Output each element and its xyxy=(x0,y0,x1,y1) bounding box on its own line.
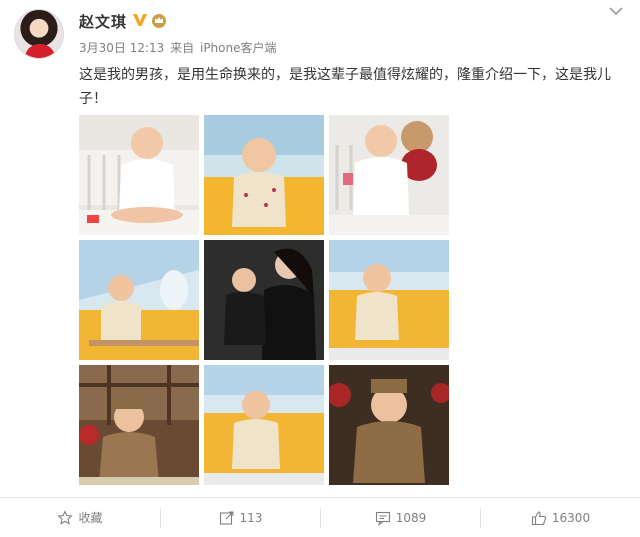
photo-3[interactable] xyxy=(329,115,449,235)
photo-8[interactable] xyxy=(204,365,324,485)
photo-7[interactable] xyxy=(79,365,199,485)
post-time[interactable]: 3月30日 12:13 xyxy=(79,41,164,55)
repost-icon xyxy=(219,510,234,525)
post-via-prefix: 来自 xyxy=(170,41,195,55)
star-icon xyxy=(57,509,74,525)
photo-4[interactable] xyxy=(79,240,199,360)
comment-count: 1089 xyxy=(395,510,427,525)
like-count: 16300 xyxy=(551,510,591,525)
photo-6[interactable] xyxy=(329,240,449,360)
verified-v-icon xyxy=(133,14,147,26)
photo-9[interactable] xyxy=(329,365,449,485)
photo-grid xyxy=(79,115,451,490)
post-meta: 3月30日 12:13 来自 iPhone客户端 xyxy=(79,39,279,56)
comment-icon xyxy=(375,511,390,526)
thumbs-up-icon xyxy=(531,510,546,525)
like-button[interactable]: 16300 xyxy=(481,498,640,537)
repost-count: 113 xyxy=(239,510,263,525)
action-bar: 收藏 113 1089 16300 xyxy=(0,498,640,537)
photo-1[interactable] xyxy=(79,115,199,235)
weibo-post-card: 赵文琪 3月30日 12:13 来自 iPhone客户端 这是我的男孩，是用生命… xyxy=(0,0,640,537)
avatar[interactable] xyxy=(14,9,64,59)
post-text: 这是我的男孩，是用生命换来的，是我这辈子最值得炫耀的，隆重介绍一下，这是我儿子！ xyxy=(79,67,611,107)
chevron-down-icon[interactable] xyxy=(609,6,623,16)
repost-button[interactable]: 113 xyxy=(161,498,320,537)
crown-icon xyxy=(152,14,166,28)
comment-button[interactable]: 1089 xyxy=(321,498,480,537)
photo-5[interactable] xyxy=(204,240,324,360)
favorite-label: 收藏 xyxy=(78,511,103,525)
photo-2[interactable] xyxy=(204,115,324,235)
favorite-button[interactable]: 收藏 xyxy=(0,498,160,537)
username[interactable]: 赵文琪 xyxy=(79,11,127,32)
post-source: iPhone客户端 xyxy=(199,41,277,55)
